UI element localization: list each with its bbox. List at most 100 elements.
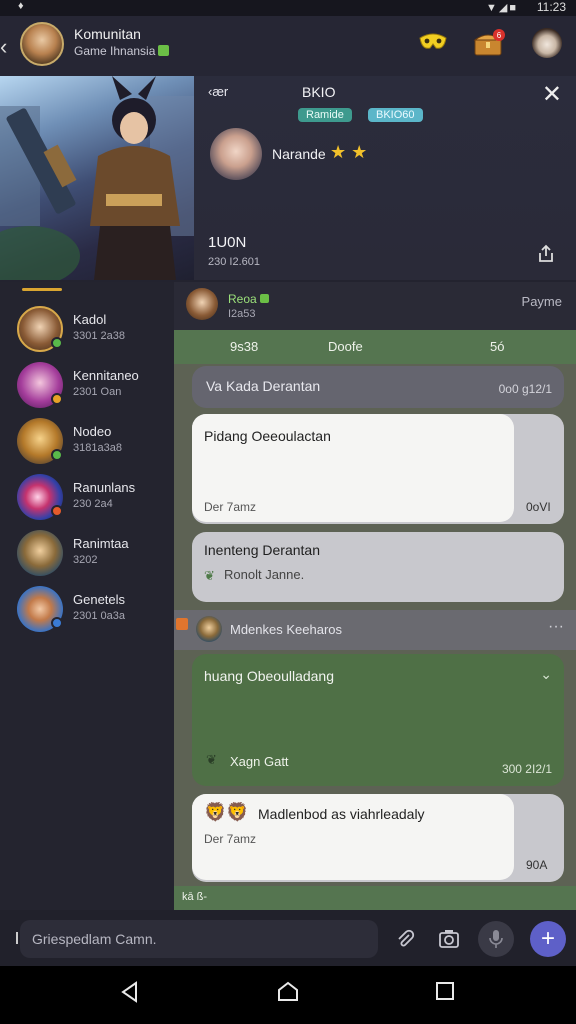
signal-icon: ▼◢■ [486,2,518,14]
stat-sub: 230 I2.601 [208,256,260,268]
chat-footer: kā ß- [174,886,576,910]
sidebar-item-label: Nodeo [73,424,112,439]
back-icon[interactable]: ‹ [0,34,14,60]
message-bubble[interactable]: Pidang Oeeoulactan Der 7amz [192,414,514,522]
sidebar-item-count: 3301 2a38 [73,330,125,342]
leaf-icon: ❦ [204,568,215,583]
sidebar-item[interactable]: Ranimtaa 3202 [0,524,174,580]
sidebar-item[interactable]: Nodeo 3181a3a8 [0,412,174,468]
message-text: Va Kada Derantan [206,378,321,394]
chevron-down-icon[interactable]: ⌄ [540,666,552,683]
user-name: Narande [272,146,326,162]
sidebar-item[interactable]: Kadol 3301 2a38 [0,300,174,356]
sidebar-item-label: Kennitaneo [73,368,139,383]
chat-tabs: 9s38 Doofe 5ó [174,330,576,364]
chat-footer-text: kā ß- [182,891,208,903]
tab-first[interactable]: 9s38 [230,339,258,354]
group-avatar [196,616,222,642]
chat-avatar[interactable] [186,288,218,320]
profile-icon[interactable] [530,26,564,60]
svg-text:6: 6 [497,31,502,40]
community-title: Komunitan [74,26,141,42]
sidebar-item-label: Ranunlans [73,480,136,495]
message-sender: Der 7amz [204,832,257,846]
online-dot [51,449,63,461]
message-input[interactable]: Griespedlam Camn. [20,920,378,958]
share-icon[interactable] [536,244,556,269]
chat-panel: Reoa I2a53 Payme 9s38 Doofe 5ó Va Kada D… [174,282,576,910]
chat-header-action[interactable]: Payme [522,294,562,309]
sidebar-indicator [22,288,62,291]
message-text: Pidang Oeeoulactan [204,428,331,444]
tab-third[interactable]: 5ó [490,339,504,354]
sidebar-item-count: 3181a3a8 [73,442,122,454]
treasure-chest-icon[interactable]: 6 [472,26,506,60]
sidebar-item-label: Genetels [73,592,126,607]
system-nav-bar [0,966,576,1024]
nav-recents-icon[interactable] [434,980,456,1009]
stat-count: 1U0N [208,234,247,251]
chat-header: Reoa I2a53 Payme [174,282,576,330]
community-subtitle-text: Game Ihnansia [74,44,156,58]
status-dot [51,617,63,629]
camera-icon[interactable] [434,924,464,954]
status-dot [51,505,63,517]
sidebar-item-count: 230 2a4 [73,498,113,510]
verified-icon [158,45,170,56]
close-icon[interactable]: ✕ [542,80,562,109]
nav-home-icon[interactable] [276,980,300,1011]
status-time: 11:23 [536,0,566,14]
online-dot [51,337,63,349]
chat-name: Reoa [228,292,270,306]
profile-banner: ‹ær BKIO Ramide BKIO60 ✕ Narande ★ ★ 1U0… [194,76,576,280]
cursor-mark [16,932,18,944]
status-bar: ♦ ▼◢■ 11:23 [0,0,576,16]
message-bubble[interactable]: Va Kada Derantan 0o0 g12/1 [192,366,564,408]
user-avatar[interactable] [210,128,262,180]
sidebar-item-count: 2301 0a3a [73,610,125,622]
badge-secondary: BKIO60 [368,108,423,122]
message-text: huang Obeoulladang [204,668,335,684]
status-dot [51,393,63,405]
top-app-bar: ‹ Komunitan Game Ihnansia 6 [0,16,576,77]
sidebar-item[interactable]: Genetels 2301 0a3a [0,580,174,636]
mask-icon[interactable] [416,26,450,60]
banner-artwork [0,76,194,280]
group-name: Mdenkes Keeharos [230,622,343,637]
chat-name-text: Reoa [228,292,257,306]
community-subtitle: Game Ihnansia [74,44,170,58]
add-button[interactable]: + [530,921,566,957]
mic-icon[interactable] [478,921,514,957]
message-time: 300 2I2/1 [501,762,552,776]
message-sender: Ronolt Janne. [224,567,305,582]
sidebar: Kadol 3301 2a38 Kennitaneo 2301 Oan Node… [0,282,175,910]
message-bubble[interactable]: huang Obeoulladang ⌄ ❦ Xagn Gatt 300 2I2… [192,654,564,786]
message-time: 0oVI [526,500,551,514]
message-bubble[interactable]: 🦁🦁 Madlenbod as viahrleadaly Der 7amz [192,794,514,880]
sidebar-item-label: Ranimtaa [73,536,129,551]
verified-icon [260,294,270,303]
tag-icon [176,618,188,630]
message-time: 90A [526,858,548,872]
banner-back-label[interactable]: ‹ær [208,84,228,99]
sidebar-item[interactable]: Ranunlans 230 2a4 [0,468,174,524]
group-header: Mdenkes Keeharos ··· [174,610,576,650]
more-icon[interactable]: ··· [548,618,564,636]
nav-back-icon[interactable] [118,980,142,1011]
star-rating-icon: ★ ★ [330,142,368,162]
message-time: 0o0 g12/1 [498,382,552,396]
sidebar-item-count: 3202 [73,554,98,566]
leaf-icon: ❦ [206,752,217,767]
tab-second[interactable]: Doofe [328,339,363,354]
sidebar-item-label: Kadol [73,312,107,327]
badge-primary: Ramide [298,108,352,122]
message-text: Madlenbod as viahrleadaly [258,806,425,822]
community-avatar[interactable] [20,22,64,66]
message-sender: Xagn Gatt [230,754,289,769]
sidebar-item[interactable]: Kennitaneo 2301 Oan [0,356,174,412]
sidebar-item-count: 2301 Oan [73,386,122,398]
message-bubble[interactable]: Inenteng Derantan ❦ Ronolt Janne. [192,532,564,602]
avatar [17,530,63,576]
attach-icon[interactable] [390,924,420,954]
notification-icon: ♦ [18,0,24,12]
